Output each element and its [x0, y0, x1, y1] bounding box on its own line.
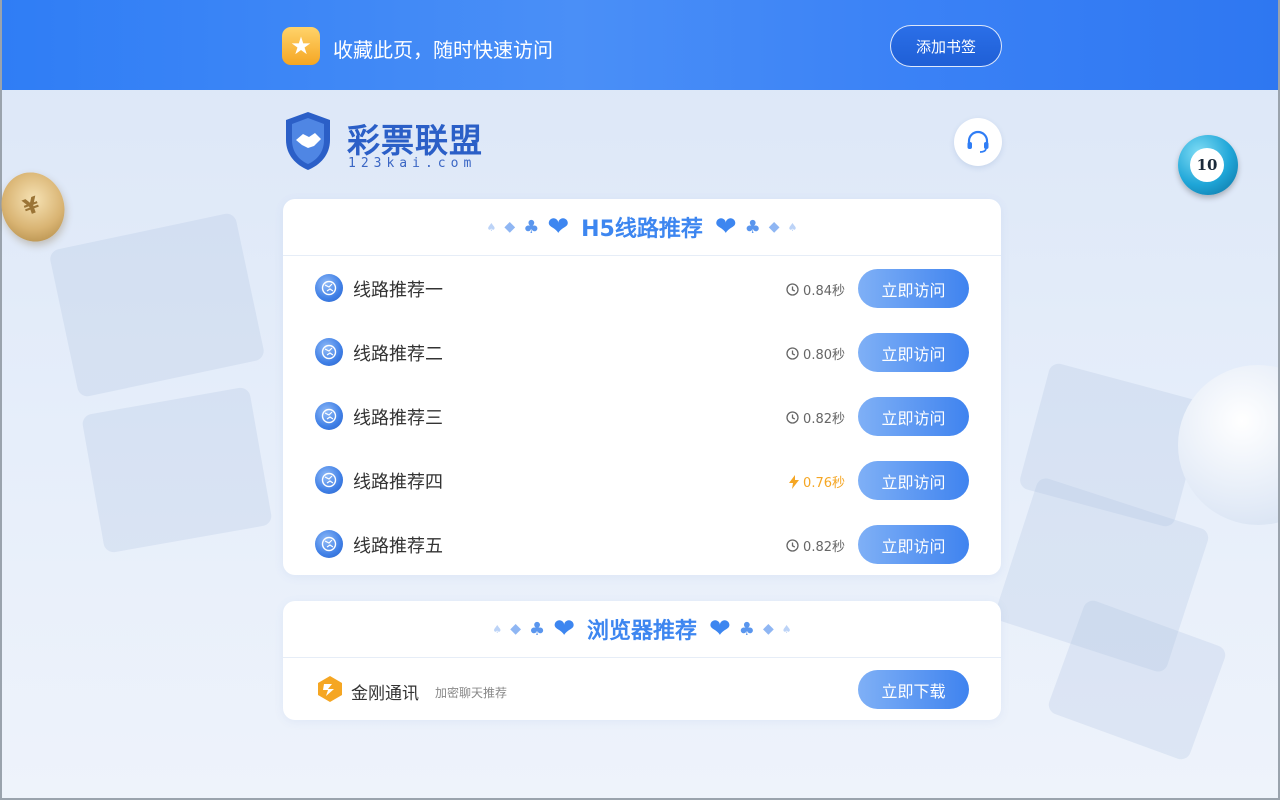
route-row: 线路推荐一 0.84秒 立即访问	[283, 256, 1001, 320]
clock-icon	[786, 539, 799, 552]
globe-icon	[315, 274, 343, 302]
download-button[interactable]: 立即下载	[858, 670, 969, 709]
heart-deco-icon: ❤	[547, 212, 570, 242]
add-bookmark-button[interactable]: 添加书签	[890, 25, 1002, 67]
route-label: 线路推荐五	[353, 536, 443, 557]
route-speed-value: 0.76秒	[803, 476, 845, 491]
route-speed: 0.82秒	[786, 408, 845, 427]
routes-list: 线路推荐一 0.84秒 立即访问 线路推荐二 0.80秒 立即访问 线路推荐三 0.82秒 立即…	[283, 256, 1001, 576]
globe-icon	[315, 530, 343, 558]
handshake-shield-icon	[286, 112, 330, 170]
club-deco-icon: ♣	[738, 618, 755, 640]
diamond-deco-icon: ◆	[504, 219, 516, 235]
route-row: 线路推荐四 0.76秒 立即访问	[283, 448, 1001, 512]
visit-button[interactable]: 立即访问	[858, 397, 969, 436]
club-deco-icon: ♣	[523, 216, 540, 238]
club-deco-icon: ♣	[529, 618, 546, 640]
clock-icon	[786, 347, 799, 360]
clock-icon	[786, 411, 799, 424]
route-speed: 0.82秒	[786, 536, 845, 555]
visit-button[interactable]: 立即访问	[858, 333, 969, 372]
clock-icon	[786, 283, 799, 296]
visit-button[interactable]: 立即访问	[858, 525, 969, 564]
route-label: 线路推荐三	[353, 408, 443, 429]
headset-icon	[967, 130, 989, 153]
browser-app-row: 金刚通讯 加密聊天推荐 立即下载	[283, 658, 1001, 720]
route-label: 线路推荐一	[353, 280, 443, 301]
app-description: 加密聊天推荐	[435, 686, 508, 700]
lottery-ball-icon: 10	[1178, 135, 1238, 195]
route-label: 线路推荐四	[353, 472, 443, 493]
routes-panel-header: ♠ ◆ ♣ ❤ H5线路推荐 ❤ ♣ ◆ ♠	[283, 199, 1001, 256]
route-speed-value: 0.84秒	[803, 284, 845, 299]
route-row: 线路推荐二 0.80秒 立即访问	[283, 320, 1001, 384]
spade-deco-icon: ♠	[787, 220, 798, 234]
lightning-icon	[789, 474, 800, 489]
gold-coin-icon: ¥	[0, 163, 75, 251]
h5-routes-panel: ♠ ◆ ♣ ❤ H5线路推荐 ❤ ♣ ◆ ♠ 线路推荐一 0.84秒 立即访问 线路推…	[283, 199, 1001, 575]
spade-deco-icon: ♠	[492, 622, 503, 636]
route-speed-value: 0.82秒	[803, 412, 845, 427]
routes-panel-title: H5线路推荐	[581, 217, 703, 242]
route-row: 线路推荐三 0.82秒 立即访问	[283, 384, 1001, 448]
heart-deco-icon: ❤	[714, 212, 737, 242]
diamond-deco-icon: ◆	[762, 621, 774, 637]
jingang-app-icon	[318, 676, 342, 702]
route-row: 线路推荐五 0.82秒 立即访问	[283, 512, 1001, 576]
spade-deco-icon: ♠	[781, 622, 792, 636]
route-speed: 0.76秒	[789, 472, 845, 491]
heart-deco-icon: ❤	[709, 614, 731, 644]
brand-logo[interactable]: 彩票联盟 123kai.com	[283, 110, 503, 176]
browser-panel-title: 浏览器推荐	[586, 619, 697, 644]
route-speed: 0.84秒	[786, 280, 845, 299]
diamond-deco-icon: ◆	[510, 621, 522, 637]
club-deco-icon: ♣	[744, 216, 761, 238]
globe-icon	[315, 402, 343, 430]
bookmark-banner: ★ 收藏此页，随时快速访问 添加书签	[2, 0, 1278, 90]
globe-icon	[315, 466, 343, 494]
route-speed-value: 0.82秒	[803, 540, 845, 555]
brand-name: 彩票联盟	[347, 121, 483, 160]
brand-domain: 123kai.com	[348, 156, 477, 171]
visit-button[interactable]: 立即访问	[858, 269, 969, 308]
spade-deco-icon: ♠	[486, 220, 497, 234]
route-speed: 0.80秒	[786, 344, 845, 363]
globe-icon	[315, 338, 343, 366]
app-name: 金刚通讯	[351, 684, 419, 704]
browser-panel: ♠ ◆ ♣ ❤ 浏览器推荐 ❤ ♣ ◆ ♠ 金刚通讯 加密聊天推荐 立即下载	[283, 601, 1001, 720]
lottery-ball-number: 10	[1190, 148, 1224, 182]
browser-panel-header: ♠ ◆ ♣ ❤ 浏览器推荐 ❤ ♣ ◆ ♠	[283, 601, 1001, 658]
star-icon: ★	[282, 27, 320, 65]
visit-button[interactable]: 立即访问	[858, 461, 969, 500]
route-label: 线路推荐二	[353, 344, 443, 365]
diamond-deco-icon: ◆	[768, 219, 780, 235]
customer-support-button[interactable]	[954, 118, 1002, 166]
heart-deco-icon: ❤	[553, 614, 575, 644]
coin-symbol: ¥	[20, 192, 44, 222]
route-speed-value: 0.80秒	[803, 348, 845, 363]
bookmark-tip: 收藏此页，随时快速访问	[333, 38, 553, 62]
